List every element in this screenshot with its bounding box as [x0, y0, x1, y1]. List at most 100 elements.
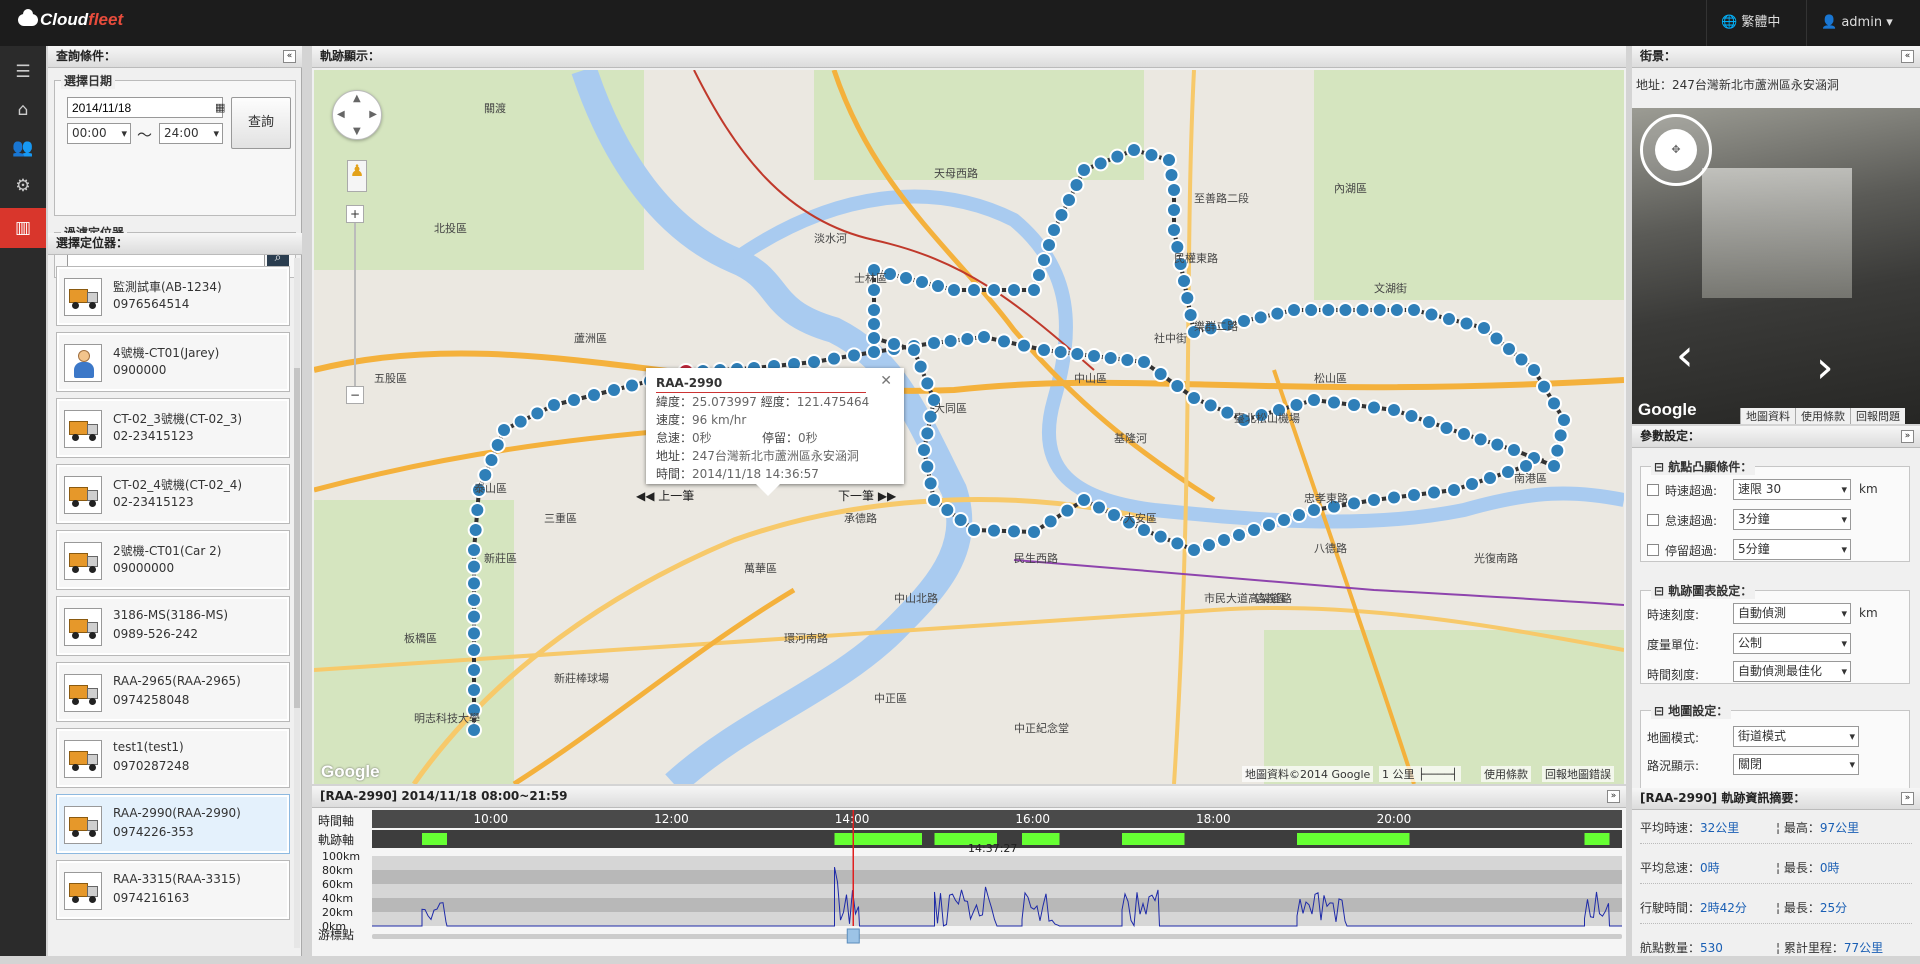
waypoint-marker[interactable] — [1292, 508, 1306, 522]
collapse-down-icon[interactable]: » — [1901, 430, 1914, 443]
waypoint-marker[interactable] — [1055, 208, 1069, 222]
traffic-select[interactable]: 關閉 — [1733, 754, 1859, 775]
stop-over-select[interactable]: 5分鐘 — [1733, 539, 1851, 560]
waypoint-marker[interactable] — [1465, 477, 1479, 491]
waypoint-marker[interactable] — [1070, 347, 1084, 361]
waypoint-marker[interactable] — [827, 352, 841, 366]
pan-control[interactable]: ▲ ▼ ◀ ▶ — [332, 90, 382, 140]
waypoint-marker[interactable] — [1202, 538, 1216, 552]
waypoint-marker[interactable] — [587, 388, 601, 402]
waypoint-marker[interactable] — [1373, 303, 1387, 317]
waypoint-marker[interactable] — [1422, 415, 1436, 429]
time-to-select[interactable]: 24:00 — [159, 123, 223, 144]
waypoint-marker[interactable] — [1137, 355, 1151, 369]
waypoint-marker[interactable] — [1060, 504, 1074, 518]
waypoint-marker[interactable] — [1145, 148, 1159, 162]
track-segment[interactable] — [1297, 833, 1410, 845]
collapse-right-icon[interactable]: « — [1901, 50, 1914, 63]
waypoint-marker[interactable] — [807, 355, 821, 369]
waypoint-marker[interactable] — [547, 398, 561, 412]
waypoint-marker[interactable] — [1554, 428, 1568, 442]
waypoint-marker[interactable] — [867, 317, 881, 331]
waypoint-marker[interactable] — [1307, 393, 1321, 407]
waypoint-marker[interactable] — [1447, 483, 1461, 497]
waypoint-marker[interactable] — [847, 348, 861, 362]
waypoint-marker[interactable] — [1338, 303, 1352, 317]
waypoint-marker[interactable] — [1474, 432, 1488, 446]
waypoint-marker[interactable] — [1062, 193, 1076, 207]
waypoint-marker[interactable] — [967, 283, 981, 297]
waypoint-marker[interactable] — [1154, 367, 1168, 381]
waypoint-marker[interactable] — [467, 626, 481, 640]
waypoint-marker[interactable] — [1027, 525, 1041, 539]
waypoint-marker[interactable] — [1007, 524, 1021, 538]
waypoint-marker[interactable] — [567, 393, 581, 407]
cursor-track[interactable] — [372, 934, 1622, 939]
waypoint-marker[interactable] — [924, 476, 938, 490]
waypoint-marker[interactable] — [1094, 156, 1108, 170]
waypoint-marker[interactable] — [1054, 345, 1068, 359]
waypoint-marker[interactable] — [1167, 183, 1181, 197]
close-icon[interactable]: ✕ — [880, 372, 892, 390]
track-segment[interactable] — [1160, 833, 1185, 845]
waypoint-marker[interactable] — [1367, 493, 1381, 507]
time-scale-select[interactable]: 自動偵測最佳化 — [1733, 661, 1851, 682]
waypoint-marker[interactable] — [1262, 518, 1276, 532]
waypoint-marker[interactable] — [977, 330, 991, 344]
device-item[interactable]: 監測試車(AB-1234) 0976564514 — [56, 266, 290, 326]
calendar-icon[interactable]: ▦ — [215, 101, 225, 114]
map-canvas[interactable]: 關渡 北投區 天母西路 士林區 大同區 中山區 松山區 內湖區 南港區 信義區 大安區 中正區 萬華區板… — [314, 70, 1624, 784]
waypoint-marker[interactable] — [867, 345, 881, 359]
waypoint-marker[interactable] — [1120, 353, 1134, 367]
track-segment[interactable] — [422, 833, 447, 845]
waypoint-marker[interactable] — [915, 275, 929, 289]
waypoint-marker[interactable] — [467, 543, 481, 557]
waypoint-marker[interactable] — [1247, 523, 1261, 537]
waypoint-marker[interactable] — [1217, 533, 1231, 547]
map-mode-select[interactable]: 街道模式 — [1733, 726, 1859, 747]
waypoint-marker[interactable] — [1407, 303, 1421, 317]
waypoint-marker[interactable] — [1387, 403, 1401, 417]
pegman-icon[interactable]: ♟ — [347, 160, 367, 192]
waypoint-marker[interactable] — [1327, 396, 1341, 410]
device-item[interactable]: 3186-MS(3186-MS) 0989-526-242 — [56, 596, 290, 656]
waypoint-marker[interactable] — [1232, 528, 1246, 542]
zoom-in-button[interactable]: + — [346, 205, 364, 223]
waypoint-marker[interactable] — [1387, 491, 1401, 505]
waypoint-marker[interactable] — [1457, 427, 1471, 441]
waypoint-marker[interactable] — [497, 423, 511, 437]
street-link[interactable]: 地圖資料 — [1740, 408, 1795, 424]
waypoint-marker[interactable] — [1077, 163, 1091, 177]
collapse-left-icon[interactable]: « — [283, 50, 296, 63]
waypoint-marker[interactable] — [1507, 443, 1521, 457]
waypoint-marker[interactable] — [987, 524, 1001, 538]
waypoint-marker[interactable] — [467, 593, 481, 607]
street-forward-arrow-icon[interactable]: › — [1816, 342, 1834, 393]
waypoint-marker[interactable] — [867, 303, 881, 317]
waypoint-marker[interactable] — [1270, 307, 1284, 321]
waypoint-marker[interactable] — [1187, 391, 1201, 405]
waypoint-marker[interactable] — [1490, 332, 1504, 346]
stop-over-checkbox[interactable] — [1647, 544, 1659, 556]
waypoint-marker[interactable] — [1092, 501, 1106, 515]
waypoint-marker[interactable] — [1170, 379, 1184, 393]
waypoint-marker[interactable] — [867, 331, 881, 345]
waypoint-marker[interactable] — [1170, 536, 1184, 550]
waypoint-marker[interactable] — [987, 283, 1001, 297]
waypoint-marker[interactable] — [469, 523, 483, 537]
waypoint-marker[interactable] — [491, 438, 505, 452]
waypoint-marker[interactable] — [1321, 303, 1335, 317]
waypoint-marker[interactable] — [1390, 303, 1404, 317]
waypoint-marker[interactable] — [1087, 349, 1101, 363]
waypoint-marker[interactable] — [1047, 223, 1061, 237]
street-view-image[interactable]: ✥ ‹ › Google 地圖資料 使用條款 回報問題 — [1632, 108, 1920, 424]
waypoint-marker[interactable] — [1165, 168, 1179, 182]
waypoint-marker[interactable] — [920, 426, 934, 440]
waypoint-marker[interactable] — [1515, 353, 1529, 367]
track-segment[interactable] — [1022, 833, 1060, 845]
idle-over-select[interactable]: 3分鐘 — [1733, 509, 1851, 530]
waypoint-marker[interactable] — [967, 523, 981, 537]
waypoint-marker[interactable] — [1460, 317, 1474, 331]
waypoint-marker[interactable] — [1104, 351, 1118, 365]
timeline-chart[interactable] — [312, 786, 1626, 956]
